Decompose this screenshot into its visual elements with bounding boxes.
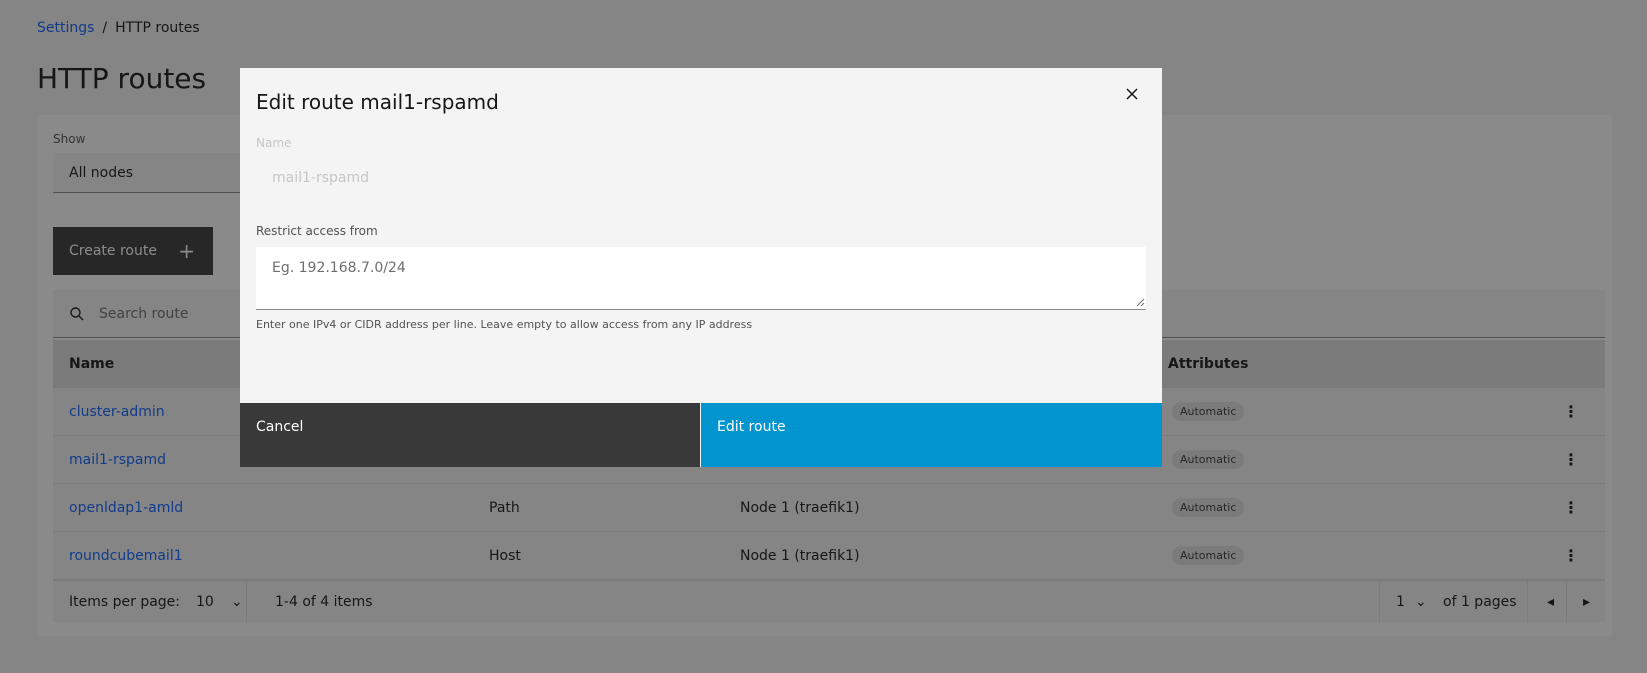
name-field: mail1-rspamd <box>272 170 369 186</box>
restrict-access-label: Restrict access from <box>256 224 378 238</box>
helper-text: Enter one IPv4 or CIDR address per line.… <box>256 318 753 331</box>
name-field-label: Name <box>256 136 292 150</box>
edit-route-button[interactable]: Edit route <box>701 403 1162 467</box>
cancel-button[interactable]: Cancel <box>240 403 700 467</box>
modal-title: Edit route mail1-rspamd <box>256 90 499 114</box>
resize-handle-icon[interactable] <box>1136 298 1145 307</box>
close-button[interactable] <box>1120 82 1144 106</box>
close-icon <box>1126 88 1138 100</box>
restrict-access-textarea[interactable] <box>256 247 1146 310</box>
edit-route-modal: Edit route mail1-rspamd Name mail1-rspam… <box>240 68 1162 467</box>
